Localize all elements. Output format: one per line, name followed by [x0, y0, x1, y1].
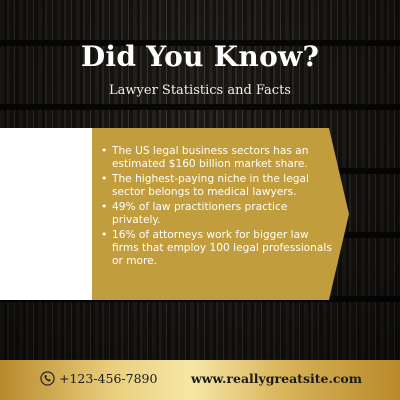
phone-number: +123-456-7890 — [59, 371, 158, 386]
phone-contact[interactable]: +123-456-7890 — [40, 371, 157, 386]
fact-item: The highest-paying niche in the legal se… — [100, 173, 336, 199]
facts-list: The US legal business sectors has an est… — [100, 145, 336, 270]
white-accent-band — [0, 128, 92, 300]
phone-icon — [40, 371, 55, 386]
fact-item: The US legal business sectors has an est… — [100, 145, 336, 171]
website-link[interactable]: www.reallygreatsite.com — [191, 371, 362, 386]
page-subtitle: Lawyer Statistics and Facts — [109, 83, 291, 98]
page-title: Did You Know? — [80, 40, 320, 73]
poster: Did You Know? Lawyer Statistics and Fact… — [0, 0, 400, 400]
fact-item: 16% of attorneys work for bigger law fir… — [100, 229, 336, 268]
fact-item: 49% of law practitioners practice privat… — [100, 201, 336, 227]
